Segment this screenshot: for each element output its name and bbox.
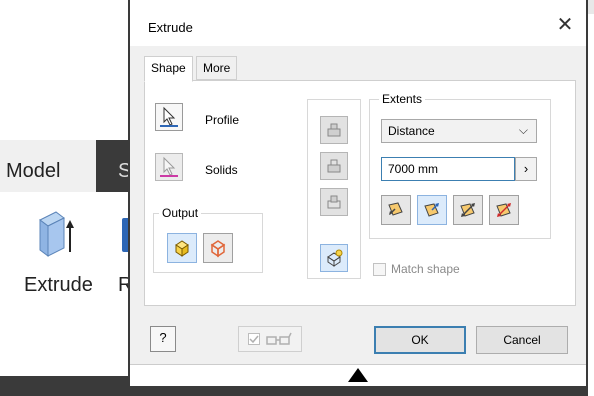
- glasses-icon: [266, 332, 292, 345]
- solid-cube-icon: [175, 240, 189, 257]
- solids-label: Solids: [205, 163, 238, 177]
- direction-2-icon: [424, 203, 439, 217]
- tab-more[interactable]: More: [196, 56, 238, 80]
- dialog-status-bar: [130, 386, 586, 396]
- join-operation-button[interactable]: [320, 116, 348, 144]
- dialog-title: Extrude: [148, 20, 193, 35]
- chevron-down-icon: ⌵: [518, 123, 528, 137]
- tab-shape[interactable]: Shape: [144, 56, 193, 82]
- extrude-dialog: Extrude ✕ Shape More Profile Solids Outp…: [128, 0, 588, 396]
- distance-input[interactable]: 7000 mm: [381, 157, 515, 181]
- help-icon: ?: [159, 330, 167, 345]
- distance-menu-button[interactable]: ›: [515, 157, 537, 181]
- background-bottom-bar: [0, 376, 140, 396]
- tab-shape-label: Shape: [151, 61, 186, 75]
- extents-group-title: Extents: [379, 92, 426, 106]
- symmetric-icon: [460, 203, 475, 217]
- new-solid-button[interactable]: [320, 244, 348, 272]
- profile-label: Profile: [205, 113, 240, 127]
- ok-button[interactable]: OK: [374, 326, 466, 354]
- direction-2-button[interactable]: [417, 195, 447, 225]
- close-icon[interactable]: ✕: [554, 14, 576, 36]
- extents-type-value: Distance: [388, 124, 435, 138]
- intersect-operation-button[interactable]: [320, 188, 348, 216]
- distance-value: 7000 mm: [388, 162, 439, 176]
- extents-type-select[interactable]: Distance ⌵: [381, 119, 537, 143]
- tab-more-label: More: [203, 61, 231, 75]
- shape-panel: Profile Solids Output Extents Distance ⌵…: [144, 80, 576, 306]
- dialog-titlebar[interactable]: Extrude ✕: [130, 0, 586, 46]
- asymmetric-icon: [496, 203, 511, 217]
- output-surface-button[interactable]: [203, 233, 233, 263]
- extrude-tool-icon[interactable]: [34, 208, 74, 260]
- ribbon-tab-model[interactable]: Model: [0, 140, 96, 192]
- profile-select-button[interactable]: [155, 103, 183, 131]
- preview-toggle[interactable]: [238, 326, 302, 352]
- cancel-button[interactable]: Cancel: [476, 326, 568, 354]
- symmetric-direction-button[interactable]: [453, 195, 483, 225]
- output-solid-button[interactable]: [167, 233, 197, 263]
- direction-1-button[interactable]: [381, 195, 411, 225]
- surface-cube-icon: [210, 240, 226, 258]
- new-solid-icon: [327, 249, 343, 267]
- cut-operation-button[interactable]: [320, 152, 348, 180]
- background-app: [0, 0, 140, 396]
- join-icon: [327, 123, 341, 137]
- intersect-icon: [327, 195, 341, 209]
- operation-column: [307, 99, 361, 279]
- expand-panel-icon[interactable]: [348, 368, 368, 382]
- output-group-title: Output: [159, 206, 202, 220]
- cursor-arrow-icon: [160, 106, 178, 127]
- ok-button-label: OK: [411, 333, 429, 347]
- cancel-button-label: Cancel: [503, 333, 541, 347]
- match-shape-label: Match shape: [391, 262, 460, 276]
- help-button[interactable]: ?: [150, 326, 176, 352]
- ribbon-tab-model-label: Model: [6, 160, 61, 182]
- match-shape-checkbox[interactable]: [373, 263, 386, 276]
- checkbox-checked-icon: [248, 333, 260, 345]
- cursor-arrow-icon: [160, 156, 178, 177]
- direction-1-icon: [388, 202, 403, 216]
- extrude-tool-label: Extrude: [24, 274, 93, 296]
- cut-icon: [327, 159, 341, 173]
- asymmetric-direction-button[interactable]: [489, 195, 519, 225]
- solids-select-button[interactable]: [155, 153, 183, 181]
